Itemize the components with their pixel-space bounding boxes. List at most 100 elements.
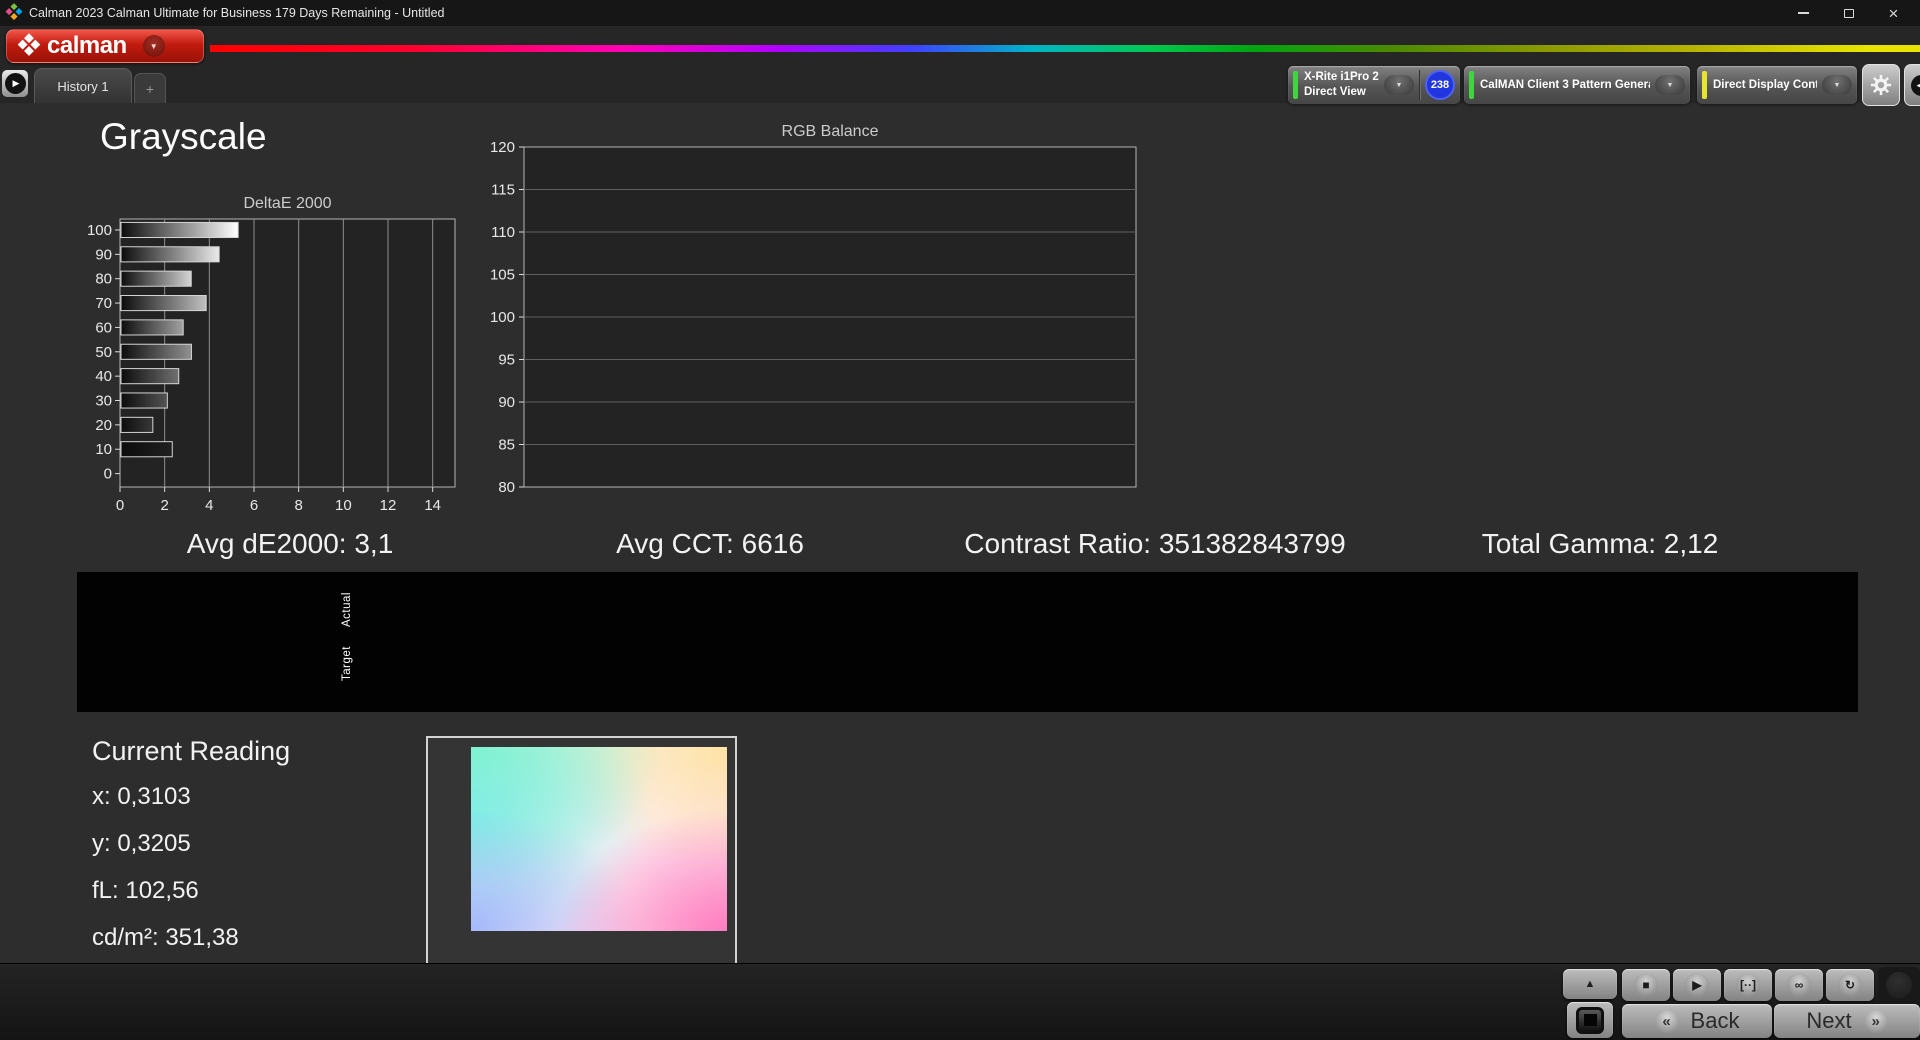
calman-logo-button[interactable]: calman ▼ xyxy=(6,29,204,63)
svg-text:70: 70 xyxy=(95,295,112,312)
svg-text:RGB Balance: RGB Balance xyxy=(782,123,879,140)
grayscale-swatch-strip: Actual Target xyxy=(77,572,1858,712)
svg-text:50: 50 xyxy=(95,344,112,361)
tab-history-1[interactable]: History 1 xyxy=(34,68,132,103)
settings-button[interactable] xyxy=(1862,64,1900,106)
svg-text:120: 120 xyxy=(490,139,515,156)
svg-text:2: 2 xyxy=(160,497,168,514)
back-button[interactable]: « Back xyxy=(1622,1004,1772,1038)
page-title: Grayscale xyxy=(100,116,267,157)
gear-icon xyxy=(1870,74,1892,96)
chevron-down-icon: ▼ xyxy=(149,41,158,51)
refresh-icon: ↻ xyxy=(1844,978,1856,992)
measure-series-button[interactable]: [··] xyxy=(1724,969,1772,1001)
target-row-label: Target xyxy=(341,646,353,682)
meter-control[interactable]: X-Rite i1Pro 2 Direct View ▼ 238 xyxy=(1288,66,1460,104)
svg-text:60: 60 xyxy=(95,319,112,336)
pattern-generator-status-indicator xyxy=(1469,71,1474,99)
svg-text:12: 12 xyxy=(380,497,397,514)
svg-text:110: 110 xyxy=(491,224,515,241)
svg-text:30: 30 xyxy=(95,393,112,410)
toolbar-collapse-button[interactable]: ▲ xyxy=(1563,969,1617,999)
svg-text:10: 10 xyxy=(335,497,352,514)
close-button[interactable]: × xyxy=(1871,0,1916,26)
logo-menu-button[interactable]: ▼ xyxy=(142,35,165,57)
chevron-down-icon: ▼ xyxy=(1395,81,1403,89)
meter-mode: Direct View xyxy=(1304,86,1366,98)
chevron-up-icon: ▲ xyxy=(1584,978,1596,990)
add-tab-button[interactable]: + xyxy=(134,73,166,103)
status-knob xyxy=(1878,967,1920,1003)
collapse-panel-button[interactable]: ◀ xyxy=(1904,64,1920,106)
current-reading-x: x: 0,3103 xyxy=(92,783,191,810)
svg-text:0: 0 xyxy=(104,466,112,483)
svg-text:100: 100 xyxy=(490,309,515,326)
svg-text:95: 95 xyxy=(498,352,515,369)
restore-button[interactable] xyxy=(1826,0,1871,26)
svg-text:10: 10 xyxy=(95,441,112,458)
window-titlebar: Calman 2023 Calman Ultimate for Business… xyxy=(0,0,1920,26)
svg-text:6: 6 xyxy=(250,497,258,514)
play-icon: ▶ xyxy=(1692,978,1702,992)
svg-text:14: 14 xyxy=(424,497,441,514)
chevron-down-icon: ▼ xyxy=(1833,81,1841,89)
pattern-window-button[interactable] xyxy=(1567,1002,1613,1038)
close-icon: × xyxy=(1888,3,1899,23)
minimize-button[interactable] xyxy=(1781,0,1826,26)
display-control[interactable]: Direct Display Control ▼ xyxy=(1697,66,1857,104)
infinity-icon: ∞ xyxy=(1794,978,1804,992)
svg-text:40: 40 xyxy=(95,368,112,385)
svg-text:DeltaE 2000: DeltaE 2000 xyxy=(243,195,331,212)
svg-text:0: 0 xyxy=(116,497,124,514)
svg-text:80: 80 xyxy=(498,479,515,496)
restore-icon xyxy=(1843,8,1854,18)
stat-avg-de2000: Avg dE2000: 3,1 xyxy=(186,528,394,559)
sidebar-expand-button[interactable]: ▶ xyxy=(2,70,28,97)
stat-avg-cct: Avg CCT: 6616 xyxy=(616,528,804,559)
meter-status-indicator xyxy=(1293,71,1298,99)
play-button[interactable]: ▶ xyxy=(1673,969,1721,1001)
pattern-toolbar: ▲ ■ ▶ [··] ∞ ↻ « Back Next » xyxy=(0,963,1920,1040)
stop-icon: ■ xyxy=(1642,978,1650,992)
svg-text:80: 80 xyxy=(95,271,112,288)
stat-contrast-ratio: Contrast Ratio: 351382843799 xyxy=(964,528,1346,559)
svg-text:85: 85 xyxy=(498,437,515,454)
cie-chromaticity-chart xyxy=(426,736,737,965)
chevron-right-icon: » xyxy=(1871,1012,1880,1030)
display-control-dropdown-button[interactable]: ▼ xyxy=(1822,75,1852,95)
svg-text:115: 115 xyxy=(491,182,515,199)
logo-label: calman xyxy=(47,32,127,59)
current-reading-title: Current Reading xyxy=(92,736,291,766)
continuous-measure-button[interactable]: ∞ xyxy=(1775,969,1823,1001)
next-button[interactable]: Next » xyxy=(1774,1004,1920,1038)
svg-text:100: 100 xyxy=(87,222,112,239)
display-control-label: Direct Display Control xyxy=(1713,79,1817,91)
deltae-2000-chart: DeltaE 2000 0 2 4 6 8 10 12 14 100 90 80 70 60 50 40 30 2… xyxy=(84,185,465,525)
current-reading-fl: fL: 102,56 xyxy=(92,877,199,904)
svg-text:4: 4 xyxy=(205,497,213,514)
calman-diamond-icon xyxy=(16,33,41,58)
display-control-status-indicator xyxy=(1702,71,1707,99)
chevron-down-icon: ▼ xyxy=(1666,81,1674,89)
rgb-balance-chart: RGB Balance 80 85 90 95 100 105 110 115 120 xyxy=(490,120,1150,525)
calman-app-window: Calman 2023 Calman Ultimate for Business… xyxy=(0,0,1920,1040)
actual-row-label: Actual xyxy=(341,592,353,628)
stop-button[interactable]: ■ xyxy=(1622,969,1670,1001)
pattern-generator-control[interactable]: CalMAN Client 3 Pattern Generator ▼ xyxy=(1464,66,1690,104)
current-reading-cdm2: cd/m²: 351,38 xyxy=(92,924,239,951)
current-reading-panel: Current Reading x: 0,3103 y: 0,3205 fL: … xyxy=(92,736,290,971)
pattern-generator-dropdown-button[interactable]: ▼ xyxy=(1655,75,1685,95)
minimize-icon xyxy=(1798,12,1809,14)
app-icon xyxy=(4,3,24,23)
svg-text:8: 8 xyxy=(294,497,302,514)
play-arrow-icon: ▶ xyxy=(4,73,26,94)
meter-name: X-Rite i1Pro 2 xyxy=(1304,71,1379,84)
app-header: calman ▼ ▶ History 1 + X-Rite i1Pro 2 Dir… xyxy=(0,26,1920,106)
pattern-generator-label: CalMAN Client 3 Pattern Generator xyxy=(1480,79,1650,91)
chevron-left-icon: « xyxy=(1662,1012,1671,1030)
svg-text:105: 105 xyxy=(490,267,515,284)
meter-dropdown-button[interactable]: ▼ xyxy=(1384,75,1414,95)
svg-text:20: 20 xyxy=(95,417,112,434)
rainbow-spectrum-bar xyxy=(210,45,1920,52)
loop-measure-button[interactable]: ↻ xyxy=(1826,969,1874,1001)
